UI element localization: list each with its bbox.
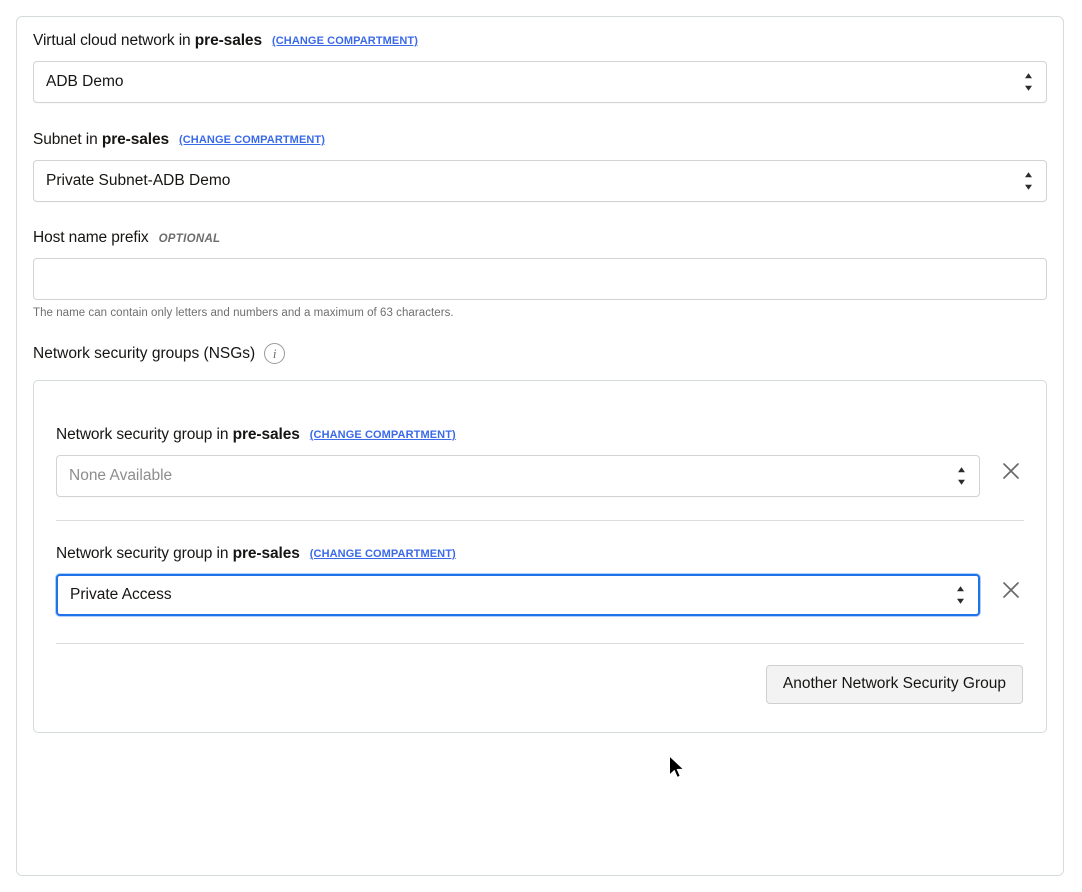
chevron-updown-icon bbox=[955, 465, 968, 487]
nsg-1-change-compartment-link[interactable]: (CHANGE COMPARTMENT) bbox=[310, 425, 456, 445]
card-content: Virtual cloud network in pre-sales (CHAN… bbox=[33, 31, 1047, 733]
nsg-panel: Network security group in pre-sales (CHA… bbox=[33, 380, 1047, 733]
optional-tag: OPTIONAL bbox=[158, 233, 221, 245]
nsg-1-select-value: None Available bbox=[69, 467, 173, 484]
nsg-1-label-row: Network security group in pre-sales (CHA… bbox=[56, 425, 980, 446]
subnet-change-compartment-link[interactable]: (CHANGE COMPARTMENT) bbox=[179, 130, 325, 150]
vcn-select-value: ADB Demo bbox=[46, 73, 124, 90]
another-network-security-group-button[interactable]: Another Network Security Group bbox=[765, 665, 1023, 704]
create-resource-card: Virtual cloud network in pre-sales (CHAN… bbox=[16, 16, 1064, 876]
nsg-2-label-row: Network security group in pre-sales (CHA… bbox=[56, 544, 980, 565]
field-virtual-cloud-network: Virtual cloud network in pre-sales (CHAN… bbox=[33, 31, 1047, 103]
vcn-select[interactable]: ADB Demo bbox=[33, 61, 1047, 103]
nsg-field-1: Network security group in pre-sales (CHA… bbox=[56, 425, 980, 497]
info-icon[interactable]: i bbox=[264, 343, 286, 364]
host-name-prefix-label: Host name prefix bbox=[33, 229, 149, 246]
vcn-label-row: Virtual cloud network in pre-sales (CHAN… bbox=[33, 31, 1047, 52]
subnet-label-row: Subnet in pre-sales (CHANGE COMPARTMENT) bbox=[33, 130, 1047, 151]
field-host-name-prefix: Host name prefix OPTIONAL The name can c… bbox=[33, 228, 1047, 319]
subnet-label: Subnet in pre-sales bbox=[33, 131, 169, 148]
host-name-prefix-helper-text: The name can contain only letters and nu… bbox=[33, 307, 454, 319]
host-name-prefix-input[interactable] bbox=[33, 258, 1047, 300]
nsg-2-label: Network security group in pre-sales bbox=[56, 545, 300, 562]
nsg-bottom-divider bbox=[56, 643, 1024, 644]
nsg-1-remove-button[interactable] bbox=[998, 458, 1024, 484]
chevron-updown-icon bbox=[954, 584, 967, 606]
host-name-prefix-label-row: Host name prefix OPTIONAL bbox=[33, 228, 1047, 249]
nsg-2-select[interactable]: Private Access bbox=[56, 574, 980, 616]
vcn-change-compartment-link[interactable]: (CHANGE COMPARTMENT) bbox=[272, 31, 418, 51]
nsg-field-2: Network security group in pre-sales (CHA… bbox=[56, 544, 980, 616]
nsg-button-row: Another Network Security Group bbox=[56, 665, 1024, 704]
field-subnet: Subnet in pre-sales (CHANGE COMPARTMENT)… bbox=[33, 130, 1047, 202]
nsg-2-remove-button[interactable] bbox=[998, 577, 1024, 603]
subnet-select[interactable]: Private Subnet-ADB Demo bbox=[33, 160, 1047, 202]
chevron-updown-icon bbox=[1022, 71, 1035, 93]
subnet-select-value: Private Subnet-ADB Demo bbox=[46, 172, 231, 189]
nsg-1-label: Network security group in pre-sales bbox=[56, 426, 300, 443]
chevron-updown-icon bbox=[1022, 170, 1035, 192]
vcn-label: Virtual cloud network in pre-sales bbox=[33, 32, 262, 49]
nsg-section-title: Network security groups (NSGs) bbox=[33, 344, 256, 362]
nsg-row: Network security group in pre-sales (CHA… bbox=[56, 544, 1024, 616]
nsg-2-select-value: Private Access bbox=[70, 586, 172, 603]
nsg-row: Network security group in pre-sales (CHA… bbox=[56, 425, 1024, 497]
nsg-row-divider bbox=[56, 520, 1024, 521]
nsg-section-heading: Network security groups (NSGs) i bbox=[33, 343, 1047, 364]
nsg-2-change-compartment-link[interactable]: (CHANGE COMPARTMENT) bbox=[310, 544, 456, 564]
nsg-1-select[interactable]: None Available bbox=[56, 455, 980, 497]
